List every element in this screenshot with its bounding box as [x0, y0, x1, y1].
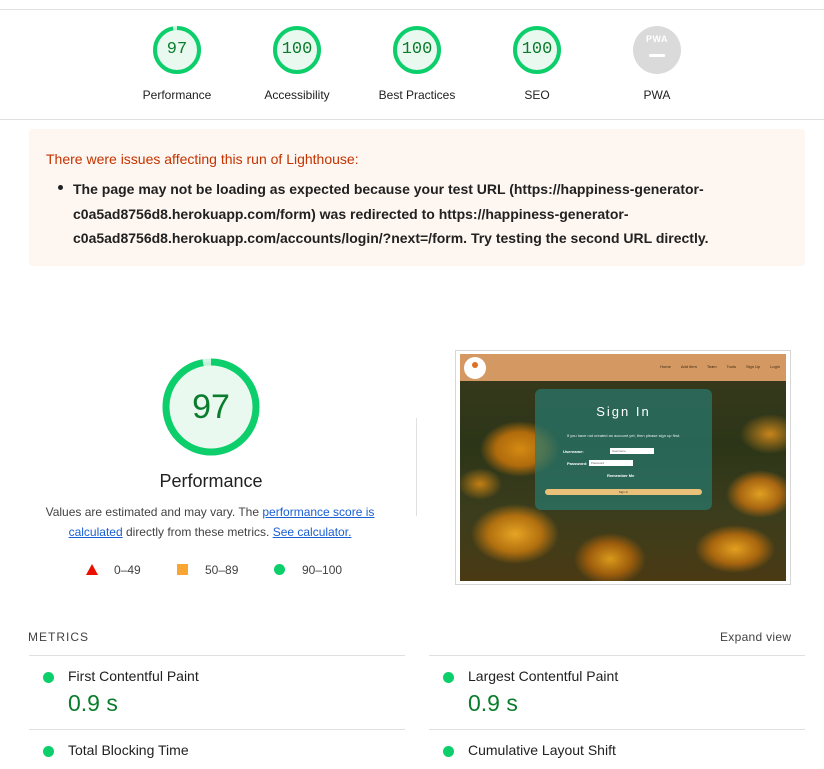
- username-label: Username:: [563, 449, 584, 454]
- signin-button: Sign In: [545, 489, 702, 495]
- gauge-pwa[interactable]: PWA PWA: [607, 26, 707, 102]
- gauge-accessibility[interactable]: 100 Accessibility: [247, 26, 347, 102]
- logo-flower-icon: [472, 362, 478, 368]
- nav-link: Tools: [726, 364, 736, 369]
- nav-link: Home: [660, 364, 671, 369]
- metric-divider: [429, 729, 805, 730]
- vertical-divider: [416, 418, 417, 516]
- pass-circle-icon: [443, 746, 454, 757]
- gauge-ring: 100: [513, 26, 561, 74]
- screenshot-signin-card: Sign In If you have not created an accou…: [535, 389, 712, 510]
- gauge-ring: 100: [273, 26, 321, 74]
- screenshot-nav-links: Home Add Item Team Tools Sign Up Login: [650, 364, 780, 369]
- nav-link: Team: [706, 364, 717, 369]
- password-label: Password:: [567, 461, 588, 466]
- screenshot-navbar: Home Add Item Team Tools Sign Up Login: [460, 354, 786, 381]
- triangle-icon: [86, 564, 98, 575]
- gauge-label: Accessibility: [264, 88, 330, 102]
- gauge-ring: 97: [153, 26, 201, 74]
- warning-item: The page may not be loading as expected …: [58, 177, 783, 251]
- metric-value: 0.9 s: [468, 690, 518, 716]
- performance-score: 97: [192, 388, 230, 426]
- final-screenshot[interactable]: Home Add Item Team Tools Sign Up Login Sign I…: [455, 350, 791, 585]
- gauge-score: 100: [281, 40, 313, 59]
- metrics-header: METRICS: [28, 630, 89, 644]
- circle-icon: [274, 564, 285, 575]
- runtime-warning: There were issues affecting this run of …: [29, 129, 805, 266]
- pwa-badge: PWA: [633, 26, 681, 74]
- gauge-score: 97: [166, 40, 188, 59]
- metric-name: Total Blocking Time: [68, 742, 189, 758]
- gauge-label: PWA: [643, 88, 671, 102]
- signin-title: Sign In: [596, 404, 651, 419]
- legend-range: 0–49: [114, 563, 141, 577]
- legend-range: 90–100: [302, 563, 343, 577]
- gauge-score: 100: [401, 40, 433, 59]
- metric-divider: [29, 729, 405, 730]
- metric-value: 0.9 s: [68, 690, 118, 716]
- gauge-label: Best Practices: [378, 88, 456, 102]
- metric-name: First Contentful Paint: [68, 668, 199, 684]
- page-screenshot-image: Home Add Item Team Tools Sign Up Login Sign I…: [460, 354, 786, 581]
- warning-list: The page may not be loading as expected …: [58, 177, 783, 251]
- see-calculator-link[interactable]: See calculator.: [273, 525, 352, 539]
- username-field: Username: [610, 448, 654, 454]
- gauge-score: 100: [521, 40, 553, 59]
- pwa-badge-text: PWA: [645, 34, 668, 44]
- nav-link: Login: [770, 364, 780, 369]
- category-gauges: 97 Performance 100 Accessibility 100 Bes…: [0, 10, 824, 120]
- description-text: directly from these metrics.: [122, 525, 273, 539]
- metric-divider: [29, 655, 405, 656]
- metric-name: Cumulative Layout Shift: [468, 742, 616, 758]
- pass-circle-icon: [43, 672, 54, 683]
- remember-label: Remember Me: [607, 473, 635, 478]
- site-logo-icon: [464, 357, 486, 379]
- pwa-dash-icon: [649, 54, 665, 57]
- gauge-performance[interactable]: 97 Performance: [127, 26, 227, 102]
- password-field: Password: [589, 460, 633, 466]
- performance-description: Values are estimated and may vary. The p…: [40, 502, 380, 542]
- metric-divider: [429, 655, 805, 656]
- signin-subtitle: If you have not created an account yet, …: [566, 433, 681, 438]
- gauge-label: SEO: [524, 88, 550, 102]
- metric-name: Largest Contentful Paint: [468, 668, 619, 684]
- bullet-icon: [58, 185, 63, 190]
- gauge-seo[interactable]: 100 SEO: [487, 26, 587, 102]
- gauge-label: Performance: [142, 88, 212, 102]
- legend-range: 50–89: [205, 563, 239, 577]
- pass-circle-icon: [443, 672, 454, 683]
- nav-link: Sign Up: [745, 364, 761, 369]
- expand-view-toggle[interactable]: Expand view: [720, 630, 791, 644]
- warning-title: There were issues affecting this run of …: [46, 151, 359, 167]
- square-icon: [177, 564, 188, 575]
- performance-gauge: 97: [162, 358, 260, 456]
- gauge-ring: 100: [393, 26, 441, 74]
- nav-link: Add Item: [680, 364, 697, 369]
- description-text: Values are estimated and may vary. The: [45, 505, 263, 519]
- warning-text: The page may not be loading as expected …: [73, 181, 709, 246]
- performance-title: Performance: [159, 471, 263, 491]
- pass-circle-icon: [43, 746, 54, 757]
- gauge-best-practices[interactable]: 100 Best Practices: [367, 26, 467, 102]
